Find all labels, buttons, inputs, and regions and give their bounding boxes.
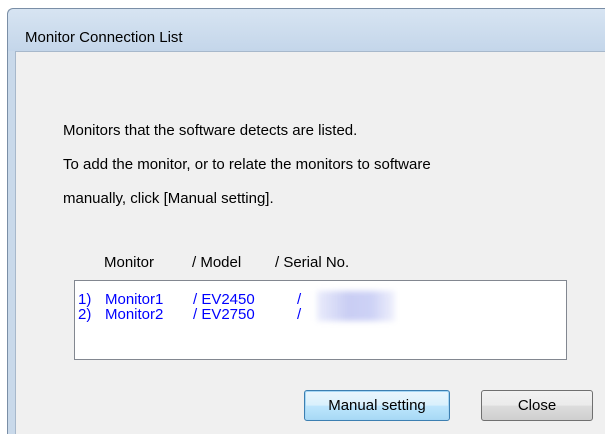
row-index: 2) xyxy=(78,306,92,323)
monitor-listbox[interactable]: 1) Monitor1 / EV2450 / 2) Monitor2 / EV2… xyxy=(74,280,567,360)
header-monitor: Monitor xyxy=(104,254,155,271)
dialog-body: Monitors that the software detects are l… xyxy=(15,51,605,434)
header-serial-no: / Serial No. xyxy=(275,254,350,271)
window-title: Monitor Connection List xyxy=(25,29,183,46)
title-bar[interactable]: Monitor Connection List xyxy=(8,9,605,51)
description-line: To add the monitor, or to relate the mon… xyxy=(63,156,431,173)
row-monitor: Monitor2 xyxy=(105,306,164,323)
row-serial-separator: / xyxy=(297,306,302,323)
description-text: Monitors that the software detects are l… xyxy=(63,105,431,224)
description-line: Monitors that the software detects are l… xyxy=(63,122,358,139)
list-headers: Monitor / Model / Serial No. xyxy=(16,254,605,272)
description-line: manually, click [Manual setting]. xyxy=(63,190,274,207)
redacted-serial-numbers xyxy=(317,291,395,321)
monitor-connection-list-dialog: Monitor Connection List Monitors that th… xyxy=(7,8,605,434)
row-model: / EV2750 xyxy=(193,306,255,323)
header-model: / Model xyxy=(192,254,242,271)
manual-setting-button[interactable]: Manual setting xyxy=(304,390,450,421)
close-button[interactable]: Close xyxy=(481,390,593,421)
